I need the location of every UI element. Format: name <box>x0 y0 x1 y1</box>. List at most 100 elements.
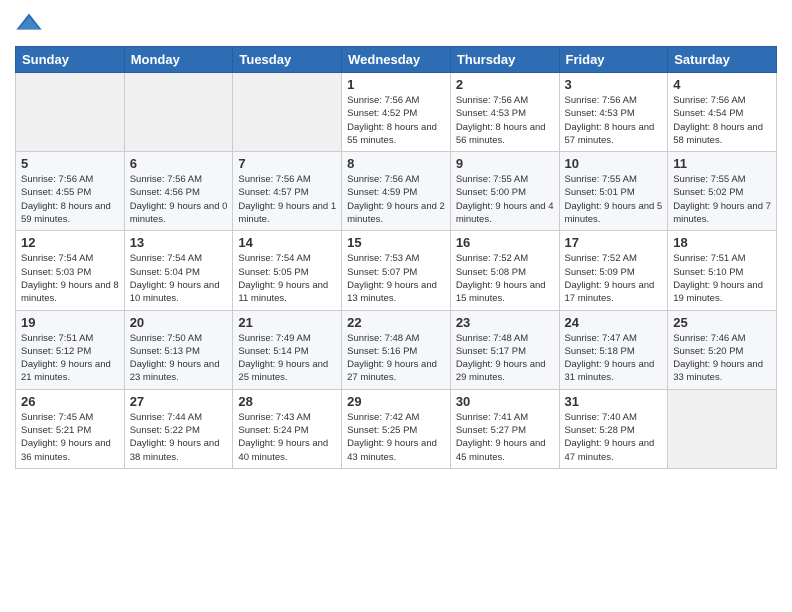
calendar-cell: 1 Sunrise: 7:56 AM Sunset: 4:52 PM Daylig… <box>342 73 451 152</box>
day-info: Sunrise: 7:47 AM Sunset: 5:18 PM Dayligh… <box>565 332 663 385</box>
day-info: Sunrise: 7:55 AM Sunset: 5:01 PM Dayligh… <box>565 173 663 226</box>
day-number: 6 <box>130 156 228 171</box>
day-number: 5 <box>21 156 119 171</box>
day-info: Sunrise: 7:48 AM Sunset: 5:17 PM Dayligh… <box>456 332 554 385</box>
calendar-cell: 29Sunrise: 7:42 AM Sunset: 5:25 PM Dayli… <box>342 389 451 468</box>
day-info: Sunrise: 7:56 AM Sunset: 4:53 PM Dayligh… <box>456 94 554 147</box>
day-info: Sunrise: 7:56 AM Sunset: 4:57 PM Dayligh… <box>238 173 336 226</box>
calendar-cell: 22Sunrise: 7:48 AM Sunset: 5:16 PM Dayli… <box>342 310 451 389</box>
day-info: Sunrise: 7:54 AM Sunset: 5:05 PM Dayligh… <box>238 252 336 305</box>
day-info: Sunrise: 7:40 AM Sunset: 5:28 PM Dayligh… <box>565 411 663 464</box>
calendar-header-sunday: Sunday <box>16 47 125 73</box>
day-info: Sunrise: 7:51 AM Sunset: 5:10 PM Dayligh… <box>673 252 771 305</box>
calendar-cell: 2 Sunrise: 7:56 AM Sunset: 4:53 PM Daylig… <box>450 73 559 152</box>
day-number: 16 <box>456 235 554 250</box>
day-number: 1 <box>347 77 445 92</box>
calendar-cell: 24 Sunrise: 7:47 AM Sunset: 5:18 PM Dayli… <box>559 310 668 389</box>
calendar-cell: 25 Sunrise: 7:46 AM Sunset: 5:20 PM Dayli… <box>668 310 777 389</box>
day-number: 19 <box>21 315 119 330</box>
day-number: 17 <box>565 235 663 250</box>
calendar-week-2: 12 Sunrise: 7:54 AM Sunset: 5:03 PM Dayli… <box>16 231 777 310</box>
calendar-cell: 28Sunrise: 7:43 AM Sunset: 5:24 PM Dayli… <box>233 389 342 468</box>
day-number: 11 <box>673 156 771 171</box>
calendar-header-row: SundayMondayTuesdayWednesdayThursdayFrid… <box>16 47 777 73</box>
calendar-cell: 14Sunrise: 7:54 AM Sunset: 5:05 PM Dayli… <box>233 231 342 310</box>
calendar-cell: 6 Sunrise: 7:56 AM Sunset: 4:56 PM Daylig… <box>124 152 233 231</box>
day-number: 8 <box>347 156 445 171</box>
day-number: 22 <box>347 315 445 330</box>
calendar-week-4: 26 Sunrise: 7:45 AM Sunset: 5:21 PM Dayli… <box>16 389 777 468</box>
day-info: Sunrise: 7:54 AM Sunset: 5:03 PM Dayligh… <box>21 252 119 305</box>
day-number: 18 <box>673 235 771 250</box>
day-number: 24 <box>565 315 663 330</box>
calendar-cell: 23 Sunrise: 7:48 AM Sunset: 5:17 PM Dayli… <box>450 310 559 389</box>
day-number: 13 <box>130 235 228 250</box>
day-info: Sunrise: 7:56 AM Sunset: 4:56 PM Dayligh… <box>130 173 228 226</box>
day-number: 10 <box>565 156 663 171</box>
day-info: Sunrise: 7:56 AM Sunset: 4:55 PM Dayligh… <box>21 173 119 226</box>
calendar-cell <box>16 73 125 152</box>
calendar-cell: 11 Sunrise: 7:55 AM Sunset: 5:02 PM Dayli… <box>668 152 777 231</box>
day-number: 15 <box>347 235 445 250</box>
day-number: 2 <box>456 77 554 92</box>
day-info: Sunrise: 7:46 AM Sunset: 5:20 PM Dayligh… <box>673 332 771 385</box>
logo-icon <box>15 10 43 38</box>
calendar-cell: 4 Sunrise: 7:56 AM Sunset: 4:54 PM Daylig… <box>668 73 777 152</box>
day-number: 26 <box>21 394 119 409</box>
calendar-header-thursday: Thursday <box>450 47 559 73</box>
day-number: 30 <box>456 394 554 409</box>
day-number: 7 <box>238 156 336 171</box>
calendar-header-friday: Friday <box>559 47 668 73</box>
day-number: 20 <box>130 315 228 330</box>
day-info: Sunrise: 7:55 AM Sunset: 5:02 PM Dayligh… <box>673 173 771 226</box>
day-number: 31 <box>565 394 663 409</box>
day-info: Sunrise: 7:52 AM Sunset: 5:09 PM Dayligh… <box>565 252 663 305</box>
calendar-week-0: 1 Sunrise: 7:56 AM Sunset: 4:52 PM Daylig… <box>16 73 777 152</box>
calendar-header-wednesday: Wednesday <box>342 47 451 73</box>
day-info: Sunrise: 7:45 AM Sunset: 5:21 PM Dayligh… <box>21 411 119 464</box>
calendar-week-3: 19Sunrise: 7:51 AM Sunset: 5:12 PM Dayli… <box>16 310 777 389</box>
calendar-cell <box>124 73 233 152</box>
calendar-cell: 18 Sunrise: 7:51 AM Sunset: 5:10 PM Dayli… <box>668 231 777 310</box>
calendar-cell: 21Sunrise: 7:49 AM Sunset: 5:14 PM Dayli… <box>233 310 342 389</box>
header <box>15 10 777 38</box>
day-number: 9 <box>456 156 554 171</box>
calendar-cell: 31 Sunrise: 7:40 AM Sunset: 5:28 PM Dayli… <box>559 389 668 468</box>
day-number: 29 <box>347 394 445 409</box>
calendar-cell: 7 Sunrise: 7:56 AM Sunset: 4:57 PM Daylig… <box>233 152 342 231</box>
day-number: 3 <box>565 77 663 92</box>
day-number: 12 <box>21 235 119 250</box>
calendar-cell: 8 Sunrise: 7:56 AM Sunset: 4:59 PM Daylig… <box>342 152 451 231</box>
day-info: Sunrise: 7:55 AM Sunset: 5:00 PM Dayligh… <box>456 173 554 226</box>
day-number: 4 <box>673 77 771 92</box>
day-info: Sunrise: 7:56 AM Sunset: 4:53 PM Dayligh… <box>565 94 663 147</box>
day-info: Sunrise: 7:56 AM Sunset: 4:59 PM Dayligh… <box>347 173 445 226</box>
day-info: Sunrise: 7:49 AM Sunset: 5:14 PM Dayligh… <box>238 332 336 385</box>
calendar-cell: 26 Sunrise: 7:45 AM Sunset: 5:21 PM Dayli… <box>16 389 125 468</box>
page: SundayMondayTuesdayWednesdayThursdayFrid… <box>0 0 792 612</box>
day-info: Sunrise: 7:44 AM Sunset: 5:22 PM Dayligh… <box>130 411 228 464</box>
day-info: Sunrise: 7:54 AM Sunset: 5:04 PM Dayligh… <box>130 252 228 305</box>
day-number: 23 <box>456 315 554 330</box>
calendar-cell: 17 Sunrise: 7:52 AM Sunset: 5:09 PM Dayli… <box>559 231 668 310</box>
calendar-cell <box>668 389 777 468</box>
calendar-cell: 9 Sunrise: 7:55 AM Sunset: 5:00 PM Daylig… <box>450 152 559 231</box>
calendar-cell: 13 Sunrise: 7:54 AM Sunset: 5:04 PM Dayli… <box>124 231 233 310</box>
day-number: 28 <box>238 394 336 409</box>
calendar-cell: 16 Sunrise: 7:52 AM Sunset: 5:08 PM Dayli… <box>450 231 559 310</box>
day-info: Sunrise: 7:56 AM Sunset: 4:52 PM Dayligh… <box>347 94 445 147</box>
day-info: Sunrise: 7:52 AM Sunset: 5:08 PM Dayligh… <box>456 252 554 305</box>
day-info: Sunrise: 7:53 AM Sunset: 5:07 PM Dayligh… <box>347 252 445 305</box>
day-info: Sunrise: 7:56 AM Sunset: 4:54 PM Dayligh… <box>673 94 771 147</box>
calendar-table: SundayMondayTuesdayWednesdayThursdayFrid… <box>15 46 777 469</box>
calendar-week-1: 5 Sunrise: 7:56 AM Sunset: 4:55 PM Daylig… <box>16 152 777 231</box>
calendar-header-monday: Monday <box>124 47 233 73</box>
calendar-cell: 3 Sunrise: 7:56 AM Sunset: 4:53 PM Daylig… <box>559 73 668 152</box>
calendar-cell: 10 Sunrise: 7:55 AM Sunset: 5:01 PM Dayli… <box>559 152 668 231</box>
day-number: 25 <box>673 315 771 330</box>
day-info: Sunrise: 7:50 AM Sunset: 5:13 PM Dayligh… <box>130 332 228 385</box>
calendar-header-tuesday: Tuesday <box>233 47 342 73</box>
calendar-header-saturday: Saturday <box>668 47 777 73</box>
calendar-cell: 27Sunrise: 7:44 AM Sunset: 5:22 PM Dayli… <box>124 389 233 468</box>
calendar-cell: 15 Sunrise: 7:53 AM Sunset: 5:07 PM Dayli… <box>342 231 451 310</box>
